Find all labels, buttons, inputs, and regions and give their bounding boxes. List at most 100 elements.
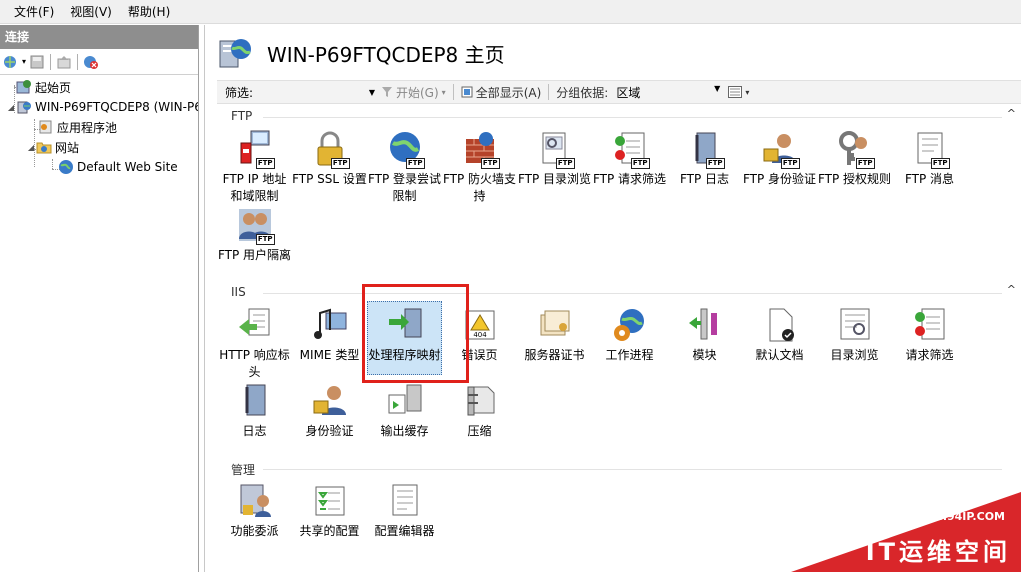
feature-compression[interactable]: 压缩 bbox=[442, 381, 517, 440]
collapse-caret-icon[interactable]: ^ bbox=[1007, 107, 1016, 120]
feature-label: FTP IP 地址和域限制 bbox=[222, 172, 287, 203]
connect-icon[interactable] bbox=[2, 53, 20, 71]
feature-authentication[interactable]: 身份验证 bbox=[292, 381, 367, 440]
feature-ftp-firewall[interactable]: FTP FTP 防火墙支持 bbox=[442, 129, 517, 205]
feature-label: 配置编辑器 bbox=[374, 524, 435, 538]
directory-icon: FTP bbox=[535, 129, 575, 169]
user-lock-icon: FTP bbox=[760, 129, 800, 169]
feature-default-document[interactable]: 默认文档 bbox=[742, 305, 817, 364]
tree-server-node[interactable]: ◢ WIN-P69FTQCDEP8 (WIN-P69FTQCDEP8\Admin… bbox=[6, 97, 198, 117]
ftp-badge: FTP bbox=[405, 158, 425, 169]
toolbar-separator bbox=[77, 53, 79, 70]
server-icon bbox=[17, 101, 31, 114]
connections-pane: 连接 ▾ 起始页 ◢ WIN-P69FTQCDEP8 (WIN-P6 应用程序池… bbox=[0, 25, 199, 572]
config-editor-icon bbox=[385, 481, 425, 521]
menu-help[interactable]: 帮助(H) bbox=[120, 1, 178, 23]
feature-label: 请求筛选 bbox=[905, 348, 954, 362]
filter-icon: FTP bbox=[610, 129, 650, 169]
feature-feature-delegation[interactable]: 功能委派 bbox=[217, 481, 292, 540]
feature-ftp-authorization-rules[interactable]: FTP FTP 授权规则 bbox=[817, 129, 892, 188]
ftp-badge: FTP bbox=[480, 158, 500, 169]
feature-ftp-user-isolation[interactable]: FTP FTP 用户隔离 bbox=[217, 205, 292, 264]
feature-mime-types[interactable]: MIME 类型 bbox=[292, 305, 367, 364]
request-filtering-icon bbox=[910, 305, 950, 345]
show-all-label: 全部显示(A) bbox=[475, 85, 542, 100]
feature-ftp-logging[interactable]: FTP FTP 日志 bbox=[667, 129, 742, 188]
go-button[interactable]: 开始(G) ▾ bbox=[377, 84, 450, 101]
feature-ftp-request-filtering[interactable]: FTP FTP 请求筛选 bbox=[592, 129, 667, 188]
menu-file[interactable]: 文件(F) bbox=[6, 1, 62, 23]
ftp-badge: FTP bbox=[555, 158, 575, 169]
watermark-url: WWW.94IP.COM bbox=[907, 510, 1005, 523]
feature-label: FTP 身份验证 bbox=[742, 172, 817, 186]
svg-text:404: 404 bbox=[473, 331, 487, 339]
tree-sites[interactable]: ◢ 网站 bbox=[26, 137, 79, 157]
disconnect-icon[interactable] bbox=[82, 53, 100, 71]
section-iis: IIS ^ bbox=[217, 283, 1021, 301]
collapse-caret-icon[interactable]: ^ bbox=[1007, 283, 1016, 296]
filter-input[interactable]: ▼ bbox=[267, 83, 377, 101]
feature-label: 身份验证 bbox=[305, 424, 354, 438]
feature-worker-processes[interactable]: 工作进程 bbox=[592, 305, 667, 364]
app-pool-icon bbox=[39, 120, 52, 134]
group-by-select[interactable]: 区域 ▼ bbox=[612, 84, 724, 101]
feature-ftp-logon-attempts[interactable]: FTP FTP 登录尝试限制 bbox=[367, 129, 442, 205]
chevron-down-icon: ▾ bbox=[745, 87, 750, 97]
page-title: WIN-P69FTQCDEP8 主页 bbox=[267, 42, 505, 67]
mime-icon bbox=[310, 305, 350, 345]
filter-bar: 筛选: ▼ 开始(G) ▾ 全部显示(A) 分组依据: 区域 ▼ ▾ bbox=[217, 80, 1021, 104]
feature-label: FTP 消息 bbox=[904, 172, 955, 186]
connect-dropdown-icon[interactable]: ▾ bbox=[22, 57, 26, 66]
feature-ftp-ssl[interactable]: FTP FTP SSL 设置 bbox=[292, 129, 367, 188]
feature-logging[interactable]: 日志 bbox=[217, 381, 292, 440]
ftp-badge: FTP bbox=[930, 158, 950, 169]
section-label: FTP bbox=[231, 109, 253, 123]
group-by-value: 区域 bbox=[616, 85, 641, 100]
expand-arrow-icon[interactable]: ◢ bbox=[26, 143, 36, 152]
tree-label: Default Web Site bbox=[77, 160, 178, 174]
section-label: 管理 bbox=[231, 463, 256, 477]
watermark-name: IT运维空间 bbox=[865, 538, 1011, 566]
feature-label: 输出缓存 bbox=[380, 424, 429, 438]
up-folder-icon[interactable] bbox=[55, 53, 73, 71]
feature-ftp-directory-browsing[interactable]: FTP FTP 目录浏览 bbox=[517, 129, 592, 188]
funnel-icon bbox=[382, 87, 392, 97]
show-all-button[interactable]: 全部显示(A) bbox=[457, 84, 546, 101]
feature-server-certificates[interactable]: 服务器证书 bbox=[517, 305, 592, 364]
toolbar-separator bbox=[452, 84, 454, 100]
expand-arrow-icon[interactable]: ◢ bbox=[6, 103, 16, 112]
ftp-badge: FTP bbox=[780, 158, 800, 169]
tree-start-page[interactable]: 起始页 bbox=[16, 77, 71, 97]
sites-folder-icon bbox=[36, 142, 52, 154]
save-icon[interactable] bbox=[28, 53, 46, 71]
show-all-icon bbox=[461, 86, 473, 98]
feature-ftp-authentication[interactable]: FTP FTP 身份验证 bbox=[742, 129, 817, 188]
message-icon: FTP bbox=[910, 129, 950, 169]
feature-label: FTP 请求筛选 bbox=[592, 172, 667, 186]
tree-default-web-site[interactable]: Default Web Site bbox=[58, 157, 178, 177]
feature-label: 压缩 bbox=[467, 424, 492, 438]
feature-label: FTP SSL 设置 bbox=[292, 172, 367, 186]
tree-app-pools[interactable]: 应用程序池 bbox=[38, 117, 117, 137]
feature-ftp-messages[interactable]: FTP FTP 消息 bbox=[892, 129, 967, 188]
menu-view[interactable]: 视图(V) bbox=[62, 1, 120, 23]
highlight-box bbox=[362, 284, 469, 383]
feature-directory-browsing[interactable]: 目录浏览 bbox=[817, 305, 892, 364]
feature-ftp-ip-restrictions[interactable]: FTP FTP IP 地址和域限制 bbox=[217, 129, 292, 205]
modules-icon bbox=[685, 305, 725, 345]
feature-label: FTP 防火墙支持 bbox=[442, 172, 517, 203]
view-mode-button[interactable]: ▾ bbox=[724, 86, 753, 98]
chevron-down-icon: ▼ bbox=[368, 87, 375, 97]
firewall-icon: FTP bbox=[460, 129, 500, 169]
feature-configuration-editor[interactable]: 配置编辑器 bbox=[367, 481, 442, 540]
feature-request-filtering[interactable]: 请求筛选 bbox=[892, 305, 967, 364]
feature-output-caching[interactable]: 输出缓存 bbox=[367, 381, 442, 440]
go-label: 开始(G) bbox=[396, 85, 439, 100]
connections-toolbar: ▾ bbox=[0, 49, 198, 75]
globe-icon bbox=[59, 160, 73, 174]
feature-shared-configuration[interactable]: 共享的配置 bbox=[292, 481, 367, 540]
feature-label: 功能委派 bbox=[230, 524, 279, 538]
feature-modules[interactable]: 模块 bbox=[667, 305, 742, 364]
main-pane: WIN-P69FTQCDEP8 主页 筛选: ▼ 开始(G) ▾ 全部显示(A)… bbox=[204, 25, 1021, 572]
feature-http-response-headers[interactable]: HTTP 响应标头 bbox=[217, 305, 292, 381]
